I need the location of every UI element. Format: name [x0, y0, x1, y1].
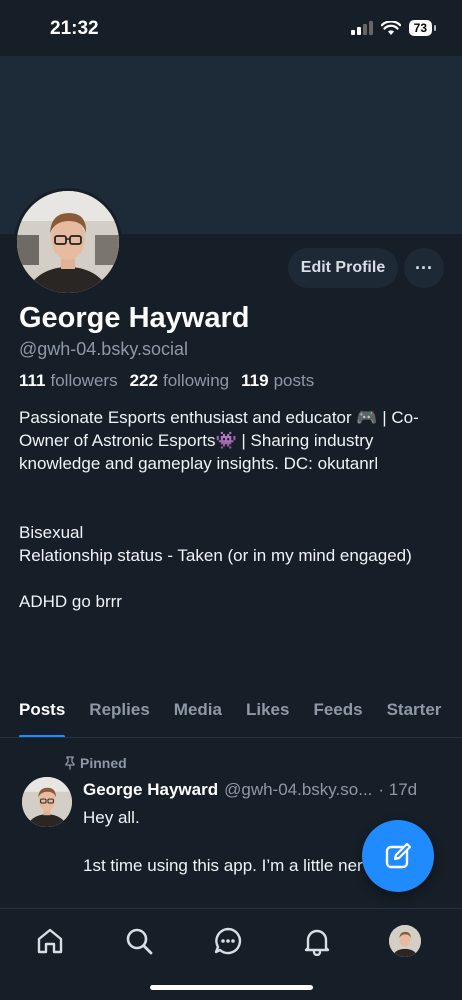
nav-notifications[interactable] — [299, 923, 335, 959]
edit-profile-button[interactable]: Edit Profile — [288, 248, 398, 288]
posts-label: posts — [273, 371, 315, 390]
compose-icon — [385, 842, 412, 869]
posts-stat: 119 posts — [241, 371, 314, 391]
followers-stat[interactable]: 111 followers — [19, 371, 118, 391]
profile-name: George Hayward — [19, 302, 250, 334]
following-count: 222 — [129, 371, 158, 390]
posts-count: 119 — [241, 371, 269, 390]
followers-label: followers — [50, 371, 118, 390]
nav-search[interactable] — [121, 923, 157, 959]
nav-chat[interactable] — [210, 923, 246, 959]
post-author-name[interactable]: George Hayward — [83, 780, 218, 800]
bell-icon — [304, 929, 330, 956]
home-indicator — [150, 985, 313, 990]
following-stat[interactable]: 222 following — [130, 371, 230, 391]
profile-tabs: Posts Replies Media Likes Feeds Starter — [0, 690, 462, 738]
bottom-navigation — [0, 908, 462, 1000]
followers-count: 111 — [19, 371, 46, 390]
pinned-indicator: Pinned — [64, 755, 127, 771]
tab-replies[interactable]: Replies — [77, 690, 161, 737]
profile-handle: @gwh-04.bsky.social — [19, 339, 189, 359]
post-author-avatar[interactable] — [22, 777, 72, 827]
chat-icon — [214, 927, 242, 955]
tab-starter[interactable]: Starter — [375, 690, 454, 737]
battery-indicator: 73 — [408, 20, 437, 36]
pinned-label: Pinned — [80, 755, 127, 771]
profile-stats: 111 followers 222 following 119 posts — [19, 371, 320, 391]
search-icon — [126, 928, 153, 955]
following-label: following — [162, 371, 230, 390]
more-options-button[interactable]: ··· — [404, 248, 444, 288]
signal-icon — [350, 21, 373, 35]
profile-avatar[interactable] — [14, 188, 122, 296]
home-icon — [37, 928, 63, 954]
status-bar: 21:32 73 — [0, 0, 462, 56]
post-header: George Hayward @gwh-04.bsky.so... · 17d — [83, 780, 448, 800]
tab-feeds[interactable]: Feeds — [301, 690, 374, 737]
status-icons: 73 — [350, 20, 437, 36]
post-timestamp: · 17d — [378, 780, 418, 799]
tab-media[interactable]: Media — [162, 690, 234, 737]
status-time: 21:32 — [50, 18, 99, 39]
compose-button[interactable] — [362, 820, 434, 892]
profile-bio: Passionate Esports enthusiast and educat… — [19, 408, 419, 611]
ellipsis-icon: ··· — [415, 257, 433, 278]
tab-posts[interactable]: Posts — [0, 690, 77, 737]
nav-home[interactable] — [32, 923, 68, 959]
wifi-icon — [380, 20, 401, 35]
pin-icon — [65, 756, 75, 770]
nav-profile-avatar[interactable] — [389, 925, 421, 957]
post-author-handle[interactable]: @gwh-04.bsky.so... — [224, 780, 372, 800]
tab-likes[interactable]: Likes — [234, 690, 301, 737]
